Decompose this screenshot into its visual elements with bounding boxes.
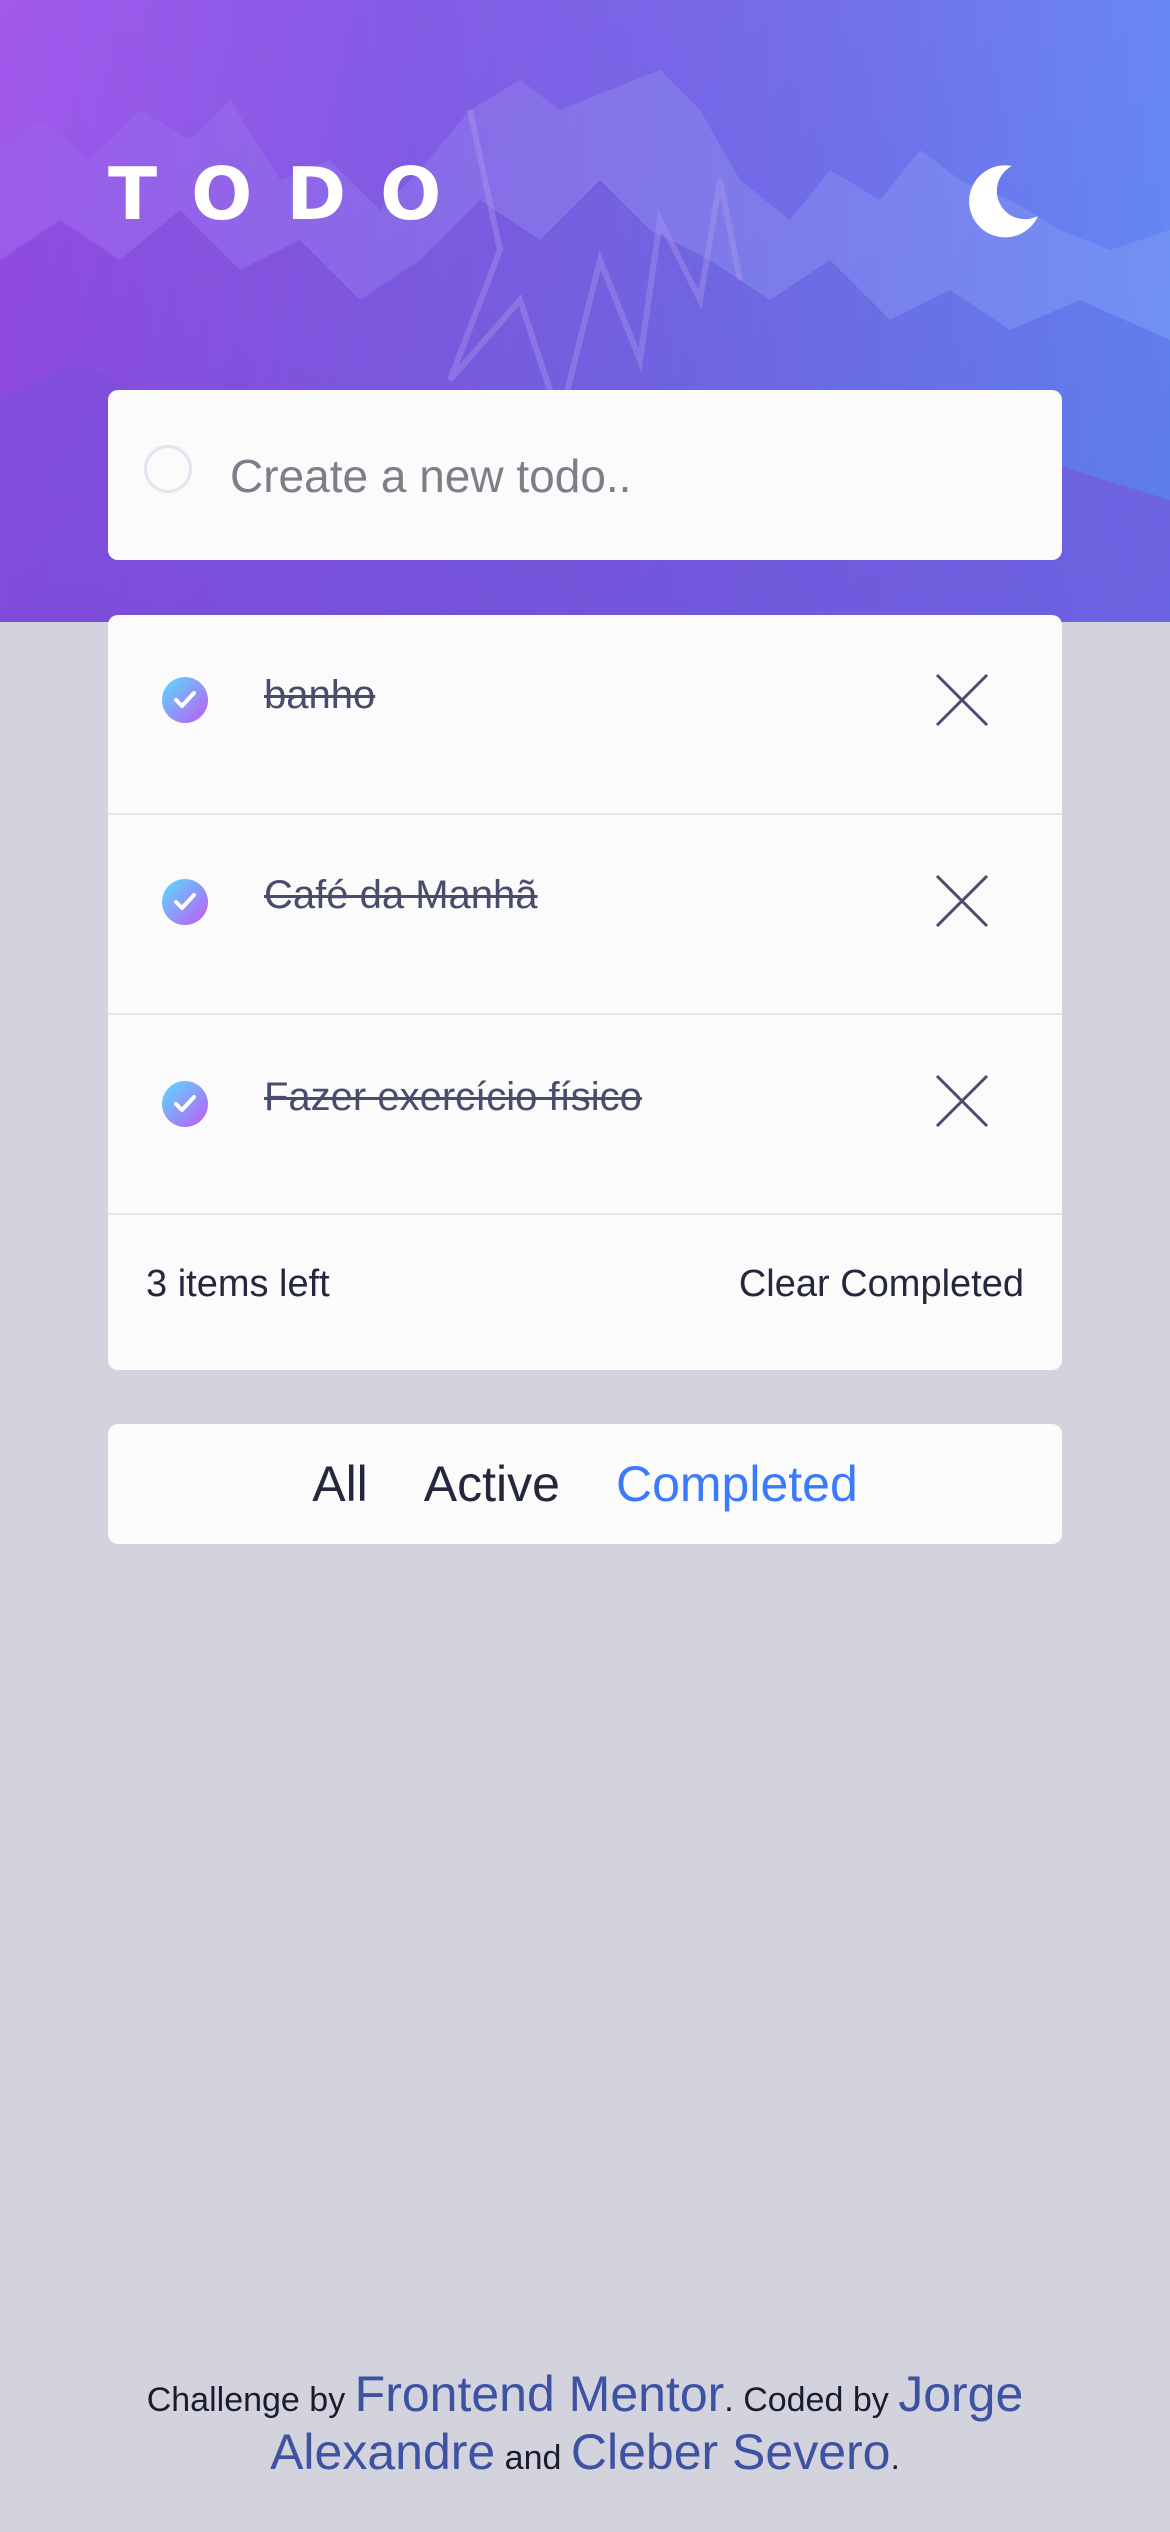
attribution-end: . [890,2439,900,2477]
filter-completed[interactable]: Completed [616,1455,858,1513]
filter-active[interactable]: Active [424,1455,560,1513]
new-todo-card [108,390,1062,560]
delete-todo-button[interactable] [934,672,990,728]
todo-item: Café da Manhã [108,815,1062,1015]
clear-completed-button[interactable]: Clear Completed [739,1263,1024,1306]
attribution: Challenge by Frontend Mentor. Coded by J… [60,2368,1110,2484]
frontend-mentor-link[interactable]: Frontend Mentor [355,2366,725,2422]
filter-all[interactable]: All [312,1455,368,1513]
todo-checkbox[interactable] [162,677,208,723]
close-icon [935,673,989,727]
attribution-and: and [504,2439,562,2477]
new-todo-input[interactable] [228,430,1012,522]
theme-toggle-button[interactable] [960,160,1042,242]
todo-item: Fazer exercício físico [108,1015,1062,1215]
new-todo-circle[interactable] [144,445,192,493]
attribution-challenge-by: Challenge by [146,2381,346,2419]
check-icon [174,893,196,910]
todo-text[interactable]: banho [264,673,375,718]
delete-todo-button[interactable] [934,1073,990,1129]
items-left-count: 3 items left [146,1263,330,1305]
close-icon [935,874,989,928]
close-icon [935,1074,989,1128]
attribution-coded-by: . Coded by [724,2381,889,2419]
todo-checkbox[interactable] [162,1081,208,1127]
todo-checkbox[interactable] [162,879,208,925]
todo-text[interactable]: Fazer exercício físico [264,1075,642,1120]
list-footer: 3 items left Clear Completed [108,1210,1062,1370]
app-title: TODO [108,152,476,236]
todo-text[interactable]: Café da Manhã [264,873,538,918]
todo-list: banho Café da Manhã Fazer exercício físi… [108,615,1062,1370]
delete-todo-button[interactable] [934,873,990,929]
filter-bar: All Active Completed [108,1424,1062,1544]
check-icon [174,691,196,708]
author-cleber-link[interactable]: Cleber Severo [571,2424,891,2480]
check-icon [174,1095,196,1112]
moon-icon [969,165,1038,238]
todo-item: banho [108,615,1062,815]
